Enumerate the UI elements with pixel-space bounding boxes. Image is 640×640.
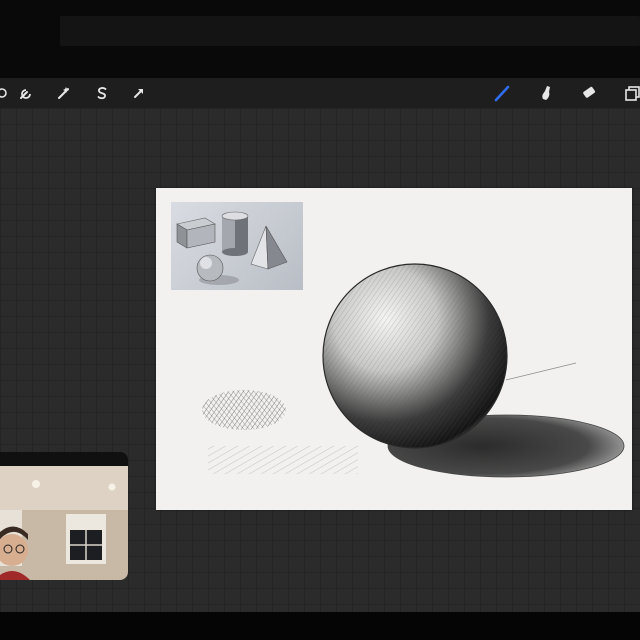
status-bar — [60, 16, 640, 46]
adjustments-wand-icon[interactable] — [53, 82, 75, 104]
top-bezel — [0, 0, 640, 78]
drawing-canvas[interactable] — [156, 188, 632, 510]
layers-icon[interactable] — [621, 82, 640, 104]
participant-video-feed[interactable] — [0, 452, 128, 580]
eraser-icon[interactable] — [578, 82, 600, 104]
selection-s-icon[interactable] — [91, 82, 113, 104]
toolbar — [0, 78, 640, 109]
smudge-icon[interactable] — [535, 82, 557, 104]
wrench-icon[interactable] — [15, 82, 37, 104]
app-screen — [0, 0, 640, 640]
actions-icon[interactable] — [0, 82, 13, 104]
brush-icon[interactable] — [491, 82, 513, 104]
reference-still-life-image[interactable] — [171, 202, 303, 290]
bottom-bezel — [0, 612, 640, 640]
transform-arrow-icon[interactable] — [128, 82, 150, 104]
